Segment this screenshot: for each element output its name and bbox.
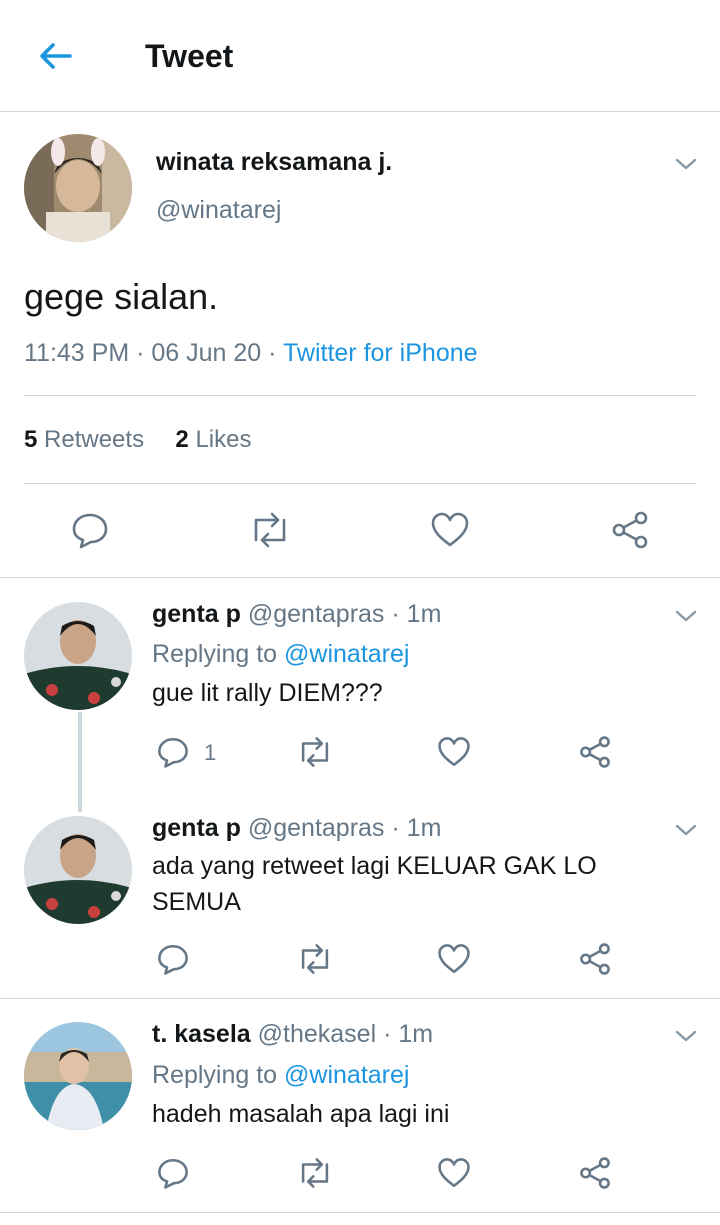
replying-to-link[interactable]: @winatarej [284,640,409,668]
reply-time: 1m [398,1020,434,1048]
tweet-time: 11:43 PM [24,339,130,367]
likes-count: 2 [175,426,189,453]
reply-author-name[interactable]: t. kasela [152,1020,251,1048]
retweet-icon[interactable] [296,735,334,769]
reply-author-handle[interactable]: @gentapras [248,600,385,628]
reply-count: 1 [204,740,217,765]
reply-header: genta p @gentapras · 1m [152,814,441,843]
avatar[interactable] [24,602,132,710]
stats-divider-bottom [24,483,696,484]
heart-icon[interactable] [430,510,470,550]
author-handle[interactable]: @winatarej [156,196,281,225]
reply-header: t. kasela @thekasel · 1m [152,1020,433,1049]
replying-to-link[interactable]: @winatarej [284,1061,409,1089]
page-title: Tweet [145,38,234,74]
tweet-stats: 5 Retweets 2 Likes [24,426,251,454]
chevron-down-icon[interactable] [674,818,698,842]
reply-header: genta p @gentapras · 1m [152,600,441,629]
reply-text-line: ada yang retweet lagi KELUAR GAK LO [152,852,597,880]
reply-icon[interactable] [156,1156,190,1190]
reply-author-name[interactable]: genta p [152,600,241,628]
avatar[interactable] [24,1022,132,1130]
separator: · [391,814,400,842]
reply-icon[interactable] [156,735,190,769]
reply-time: 1m [406,600,442,628]
likes-label: Likes [195,426,252,453]
reply-text: hadeh masalah apa lagi ini [152,1100,450,1128]
share-icon[interactable] [578,942,612,976]
heart-icon[interactable] [437,942,471,976]
retweets-stat[interactable]: 5 Retweets [24,426,144,453]
reply-time: 1m [406,814,442,842]
share-icon[interactable] [578,1156,612,1190]
retweets-label: Retweets [44,426,145,453]
reply-text-line: SEMUA [152,888,241,916]
tweet-text: gege sialan. [24,276,219,317]
tweet-meta: 11:43 PM · 06 Jun 20 · Twitter for iPhon… [24,339,478,368]
separator: · [136,339,145,367]
avatar[interactable] [24,816,132,924]
chevron-down-icon[interactable] [674,1024,698,1048]
author-name[interactable]: winata reksamana j. [156,148,392,177]
back-arrow-icon[interactable] [36,36,76,76]
tweet-date: 06 Jun 20 [151,339,262,367]
reply-divider [0,998,720,999]
reply-text: gue lit rally DIEM??? [152,679,383,707]
replying-to-label: Replying to [152,1061,278,1089]
replying-to: Replying to @winatarej [152,640,409,669]
reply-text: ada yang retweet lagi KELUAR GAK LO SEMU… [152,848,692,920]
replying-to: Replying to @winatarej [152,1061,409,1090]
main-tweet-divider [0,577,720,578]
separator: · [268,339,277,367]
retweets-count: 5 [24,426,38,453]
header-divider [0,111,720,112]
retweet-icon[interactable] [248,510,292,550]
stats-divider-top [24,395,696,396]
heart-icon[interactable] [437,735,471,769]
chevron-down-icon[interactable] [674,152,698,176]
retweet-icon[interactable] [296,1156,334,1190]
reply-author-handle[interactable]: @thekasel [258,1020,377,1048]
reply-divider [0,1212,720,1213]
reply-icon[interactable] [70,510,110,550]
likes-stat[interactable]: 2 Likes [175,426,251,453]
share-icon[interactable] [610,510,650,550]
reply-icon[interactable] [156,942,190,976]
chevron-down-icon[interactable] [674,604,698,628]
separator: · [391,600,400,628]
replying-to-label: Replying to [152,640,278,668]
heart-icon[interactable] [437,1156,471,1190]
retweet-icon[interactable] [296,942,334,976]
share-icon[interactable] [578,735,612,769]
tweet-source-link[interactable]: Twitter for iPhone [283,339,478,367]
thread-connector [78,712,82,812]
separator: · [383,1020,392,1048]
avatar[interactable] [24,134,132,242]
reply-author-handle[interactable]: @gentapras [248,814,385,842]
reply-author-name[interactable]: genta p [152,814,241,842]
